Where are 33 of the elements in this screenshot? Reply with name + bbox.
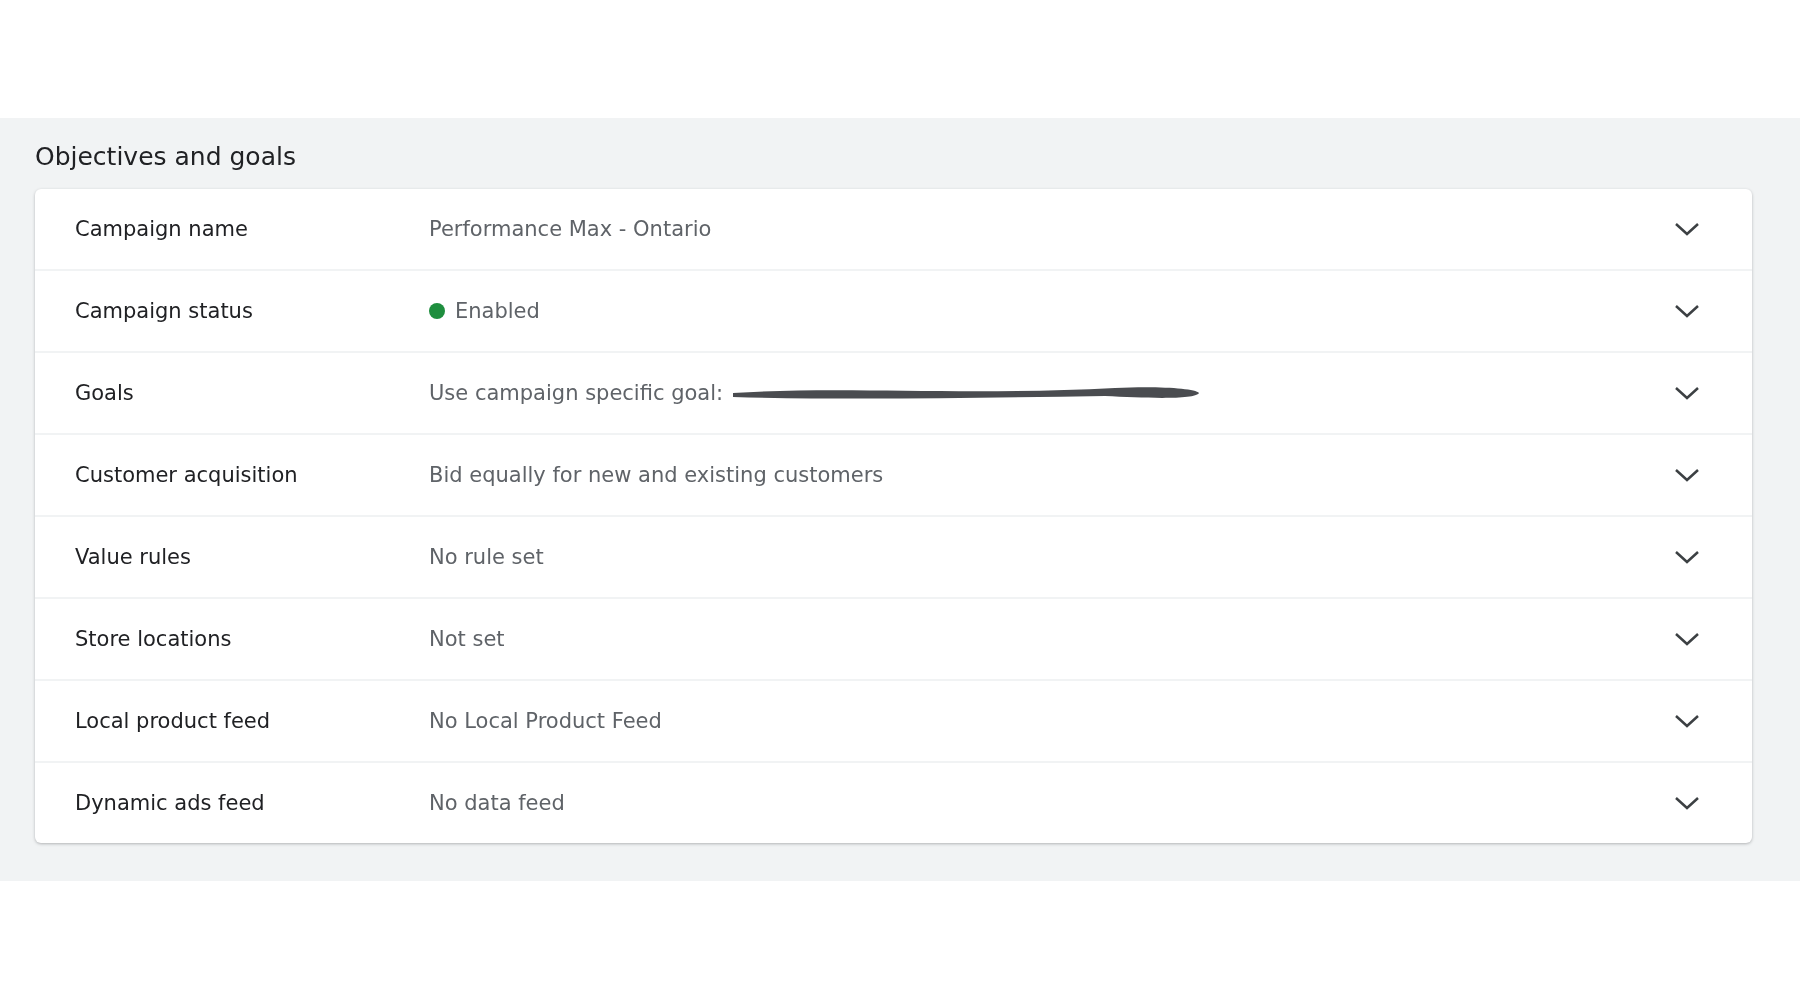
chevron-icon <box>1674 631 1700 647</box>
setting-row[interactable]: Value rules No rule set <box>35 517 1752 599</box>
setting-value: Not set <box>429 627 505 651</box>
setting-value: No Local Product Feed <box>429 709 662 733</box>
setting-label: Local product feed <box>75 709 272 733</box>
setting-row[interactable]: Goals Use campaign specific goal: <box>35 353 1752 435</box>
setting-value: Performance Max - Ontario <box>429 217 712 241</box>
setting-label: Customer acquisition <box>75 463 299 487</box>
chevron-icon <box>1674 221 1700 237</box>
setting-label: Goals <box>75 381 135 405</box>
setting-label: Campaign status <box>75 299 254 323</box>
setting-value: No data feed <box>429 791 565 815</box>
chevron-icon <box>1674 713 1700 729</box>
chevron-icon <box>1674 549 1700 565</box>
setting-row[interactable]: Dynamic ads feed No data feed <box>35 763 1752 843</box>
setting-value: No rule set <box>429 545 544 569</box>
chevron-icon <box>1674 795 1700 811</box>
setting-row[interactable]: Store locations Not set <box>35 599 1752 681</box>
setting-row[interactable]: Campaign status Enabled <box>35 271 1752 353</box>
chevron-icon <box>1674 303 1700 319</box>
setting-value: Use campaign specific goal: <box>429 381 724 405</box>
setting-value: Bid equally for new and existing customers <box>429 463 884 487</box>
setting-value: Enabled <box>455 299 540 323</box>
setting-label: Value rules <box>75 545 192 569</box>
chevron-icon <box>1674 467 1700 483</box>
setting-label: Store locations <box>75 627 233 651</box>
setting-label: Campaign name <box>75 217 249 241</box>
section-title: Objectives and goals <box>35 142 297 171</box>
chevron-icon <box>1674 385 1700 401</box>
setting-row[interactable]: Local product feed No Local Product Feed <box>35 681 1752 763</box>
setting-row[interactable]: Customer acquisition Bid equally for new and existing customers <box>35 435 1752 517</box>
setting-label: Dynamic ads feed <box>75 791 266 815</box>
setting-row[interactable]: Campaign name Performance Max - Ontario <box>35 189 1752 271</box>
